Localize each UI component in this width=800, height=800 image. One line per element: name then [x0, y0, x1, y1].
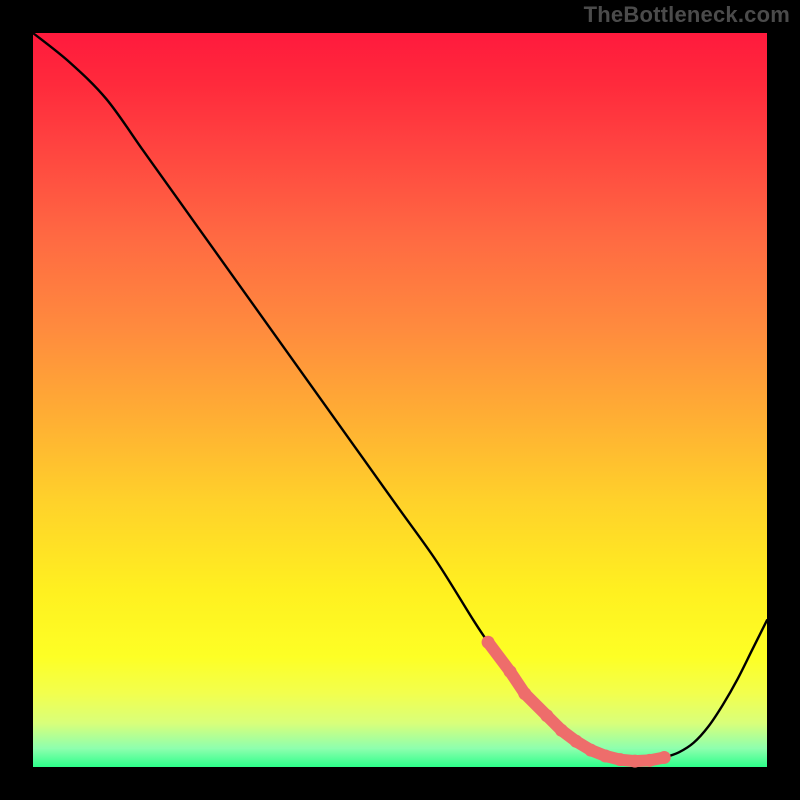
marker-dot	[504, 665, 517, 678]
bottleneck-curve	[33, 33, 767, 761]
marker-dot	[614, 753, 627, 766]
marker-dot	[518, 687, 531, 700]
marker-dot	[599, 749, 612, 762]
marker-dot	[643, 754, 656, 767]
watermark-text: TheBottleneck.com	[584, 2, 790, 28]
marker-dot	[628, 755, 641, 768]
curve-layer	[33, 33, 767, 767]
marker-group	[482, 636, 671, 768]
marker-dot	[658, 751, 671, 764]
marker-dot	[584, 744, 597, 757]
plot-area	[33, 33, 767, 767]
chart-frame: TheBottleneck.com	[0, 0, 800, 800]
marker-dot	[540, 709, 553, 722]
marker-dot	[570, 735, 583, 748]
marker-dot	[555, 724, 568, 737]
marker-dot	[482, 636, 495, 649]
